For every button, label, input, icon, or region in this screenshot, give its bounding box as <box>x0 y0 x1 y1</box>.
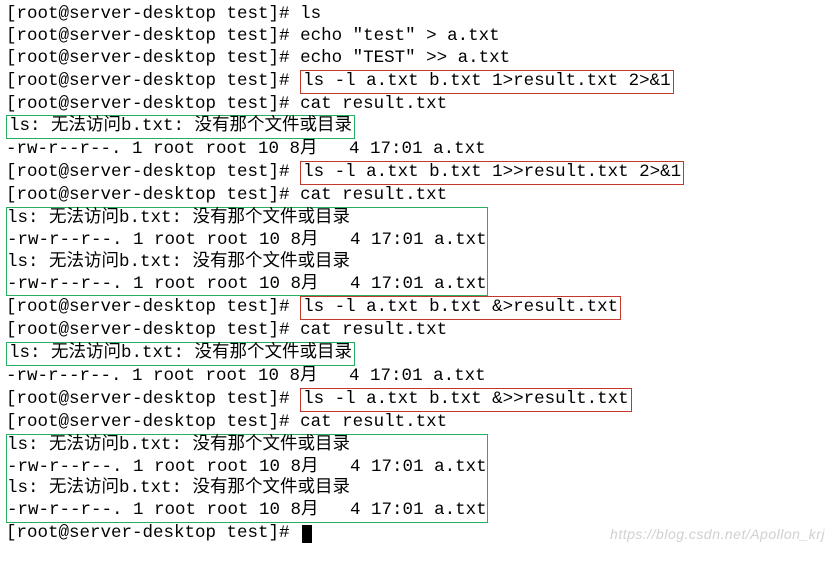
output: -rw-r--r--. 1 root root 10 8月 4 17:01 a.… <box>7 230 487 250</box>
term-line: ls: 无法访问b.txt: 没有那个文件或目录 <box>7 435 487 457</box>
prompt: [root@server-desktop test]# <box>6 389 300 409</box>
output: -rw-r--r--. 1 root root 10 8月 4 17:01 a.… <box>7 500 487 520</box>
highlighted-cmd-red: ls -l a.txt b.txt 1>>result.txt 2>&1 <box>300 161 684 185</box>
term-line: [root@server-desktop test]# ls -l a.txt … <box>6 296 831 320</box>
output: -rw-r--r--. 1 root root 10 8月 4 17:01 a.… <box>7 457 487 477</box>
highlighted-cmd-red: ls -l a.txt b.txt &>>result.txt <box>300 388 632 412</box>
highlighted-cmd-red: ls -l a.txt b.txt &>result.txt <box>300 296 621 320</box>
term-line[interactable]: [root@server-desktop test]# <box>6 523 831 545</box>
cmd: cat result.txt <box>300 94 447 114</box>
term-line: [root@server-desktop test]# ls -l a.txt … <box>6 161 831 185</box>
output: ls: 无法访问b.txt: 没有那个文件或目录 <box>7 208 350 228</box>
prompt: [root@server-desktop test]# <box>6 48 300 68</box>
highlighted-output-block-green: ls: 无法访问b.txt: 没有那个文件或目录 -rw-r--r--. 1 r… <box>6 434 488 524</box>
term-line: [root@server-desktop test]# echo "TEST" … <box>6 48 831 70</box>
term-line: [root@server-desktop test]# ls -l a.txt … <box>6 388 831 412</box>
prompt: [root@server-desktop test]# <box>6 26 300 46</box>
term-line: [root@server-desktop test]# ls -l a.txt … <box>6 70 831 94</box>
prompt: [root@server-desktop test]# <box>6 320 300 340</box>
term-line: ls: 无法访问b.txt: 没有那个文件或目录 <box>7 252 487 274</box>
term-line: ls: 无法访问b.txt: 没有那个文件或目录 <box>7 478 487 500</box>
highlighted-output-green: ls: 无法访问b.txt: 没有那个文件或目录 <box>6 115 355 139</box>
term-line: [root@server-desktop test]# ls <box>6 4 831 26</box>
cmd: cat result.txt <box>300 320 447 340</box>
term-line: [root@server-desktop test]# cat result.t… <box>6 412 831 434</box>
term-line: -rw-r--r--. 1 root root 10 8月 4 17:01 a.… <box>6 139 831 161</box>
output: -rw-r--r--. 1 root root 10 8月 4 17:01 a.… <box>6 139 486 159</box>
term-line: -rw-r--r--. 1 root root 10 8月 4 17:01 a.… <box>7 457 487 479</box>
prompt: [root@server-desktop test]# <box>6 162 300 182</box>
term-line: [root@server-desktop test]# cat result.t… <box>6 94 831 116</box>
term-line: ls: 无法访问b.txt: 没有那个文件或目录 <box>7 208 487 230</box>
prompt: [root@server-desktop test]# <box>6 94 300 114</box>
prompt: [root@server-desktop test]# <box>6 297 300 317</box>
cmd: cat result.txt <box>300 412 447 432</box>
prompt: [root@server-desktop test]# <box>6 4 300 24</box>
cmd: echo "TEST" >> a.txt <box>300 48 510 68</box>
highlighted-output-block-green: ls: 无法访问b.txt: 没有那个文件或目录 -rw-r--r--. 1 r… <box>6 207 488 297</box>
highlighted-cmd-red: ls -l a.txt b.txt 1>result.txt 2>&1 <box>300 70 674 94</box>
term-line: [root@server-desktop test]# cat result.t… <box>6 320 831 342</box>
prompt: [root@server-desktop test]# <box>6 523 300 543</box>
cmd: ls <box>300 4 321 24</box>
term-line: -rw-r--r--. 1 root root 10 8月 4 17:01 a.… <box>6 366 831 388</box>
term-line: ls: 无法访问b.txt: 没有那个文件或目录 <box>6 342 831 366</box>
output: ls: 无法访问b.txt: 没有那个文件或目录 <box>7 252 350 272</box>
cmd: cat result.txt <box>300 185 447 205</box>
prompt: [root@server-desktop test]# <box>6 71 300 91</box>
term-line: -rw-r--r--. 1 root root 10 8月 4 17:01 a.… <box>7 500 487 522</box>
term-line: ls: 无法访问b.txt: 没有那个文件或目录 <box>6 115 831 139</box>
cmd: echo "test" > a.txt <box>300 26 500 46</box>
term-line: [root@server-desktop test]# cat result.t… <box>6 185 831 207</box>
term-line: [root@server-desktop test]# echo "test" … <box>6 26 831 48</box>
prompt: [root@server-desktop test]# <box>6 412 300 432</box>
term-line: -rw-r--r--. 1 root root 10 8月 4 17:01 a.… <box>7 230 487 252</box>
prompt: [root@server-desktop test]# <box>6 185 300 205</box>
output: -rw-r--r--. 1 root root 10 8月 4 17:01 a.… <box>6 366 486 386</box>
output: ls: 无法访问b.txt: 没有那个文件或目录 <box>7 435 350 455</box>
output: -rw-r--r--. 1 root root 10 8月 4 17:01 a.… <box>7 274 487 294</box>
term-line: -rw-r--r--. 1 root root 10 8月 4 17:01 a.… <box>7 274 487 296</box>
cursor-icon <box>302 525 312 543</box>
highlighted-output-green: ls: 无法访问b.txt: 没有那个文件或目录 <box>6 342 355 366</box>
output: ls: 无法访问b.txt: 没有那个文件或目录 <box>7 478 350 498</box>
